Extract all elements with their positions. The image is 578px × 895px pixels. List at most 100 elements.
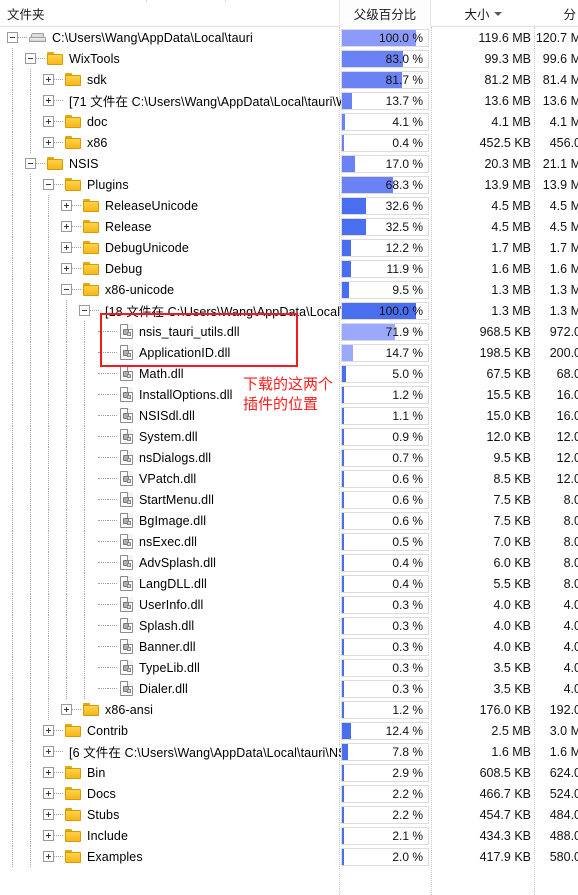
tree-row-name-cell[interactable]: nsExec.dll (97, 531, 197, 552)
tree-row-name-cell[interactable]: UserInfo.dll (97, 594, 203, 615)
tree-row[interactable]: Banner.dll 0.3 % 4.0 KB 4.0 (0, 636, 578, 657)
collapse-node-icon[interactable] (25, 53, 36, 64)
tree-row-name-cell[interactable]: StartMenu.dll (97, 489, 214, 510)
tree-row-name-cell[interactable]: NSISdl.dll (97, 405, 195, 426)
tree-row-name-cell[interactable]: [6 文件在 C:\Users\Wang\AppData\Local\tauri… (43, 741, 347, 762)
tree-row[interactable]: C:\Users\Wang\AppData\Local\tauri 100.0 %… (0, 27, 578, 48)
tree-row[interactable]: x86 0.4 % 452.5 KB 456.0 (0, 132, 578, 153)
tree-row-name-cell[interactable]: Examples (43, 846, 143, 867)
tree-row-name-cell[interactable]: System.dll (97, 426, 198, 447)
tree-row[interactable]: TypeLib.dll 0.3 % 3.5 KB 4.0 (0, 657, 578, 678)
expand-node-icon[interactable] (61, 263, 72, 274)
tree-row-name-cell[interactable]: LangDLL.dll (97, 573, 207, 594)
expand-node-icon[interactable] (43, 851, 54, 862)
collapse-node-icon[interactable] (7, 32, 18, 43)
column-header-size[interactable]: 大小 (431, 0, 535, 27)
expand-node-icon[interactable] (43, 788, 54, 799)
tree-row-name-cell[interactable]: DebugUnicode (61, 237, 189, 258)
expand-node-icon[interactable] (43, 809, 54, 820)
tree-row[interactable]: NSIS 17.0 % 20.3 MB 21.1 M (0, 153, 578, 174)
tree-row-name-cell[interactable]: C:\Users\Wang\AppData\Local\tauri (7, 27, 253, 48)
tree-row[interactable]: nsExec.dll 0.5 % 7.0 KB 8.0 (0, 531, 578, 552)
tree-row[interactable]: x86-ansi 1.2 % 176.0 KB 192.0 (0, 699, 578, 720)
tree-row[interactable]: [18 文件在 C:\Users\Wang\AppData\Local\ 100.… (0, 300, 578, 321)
tree-row-name-cell[interactable]: AdvSplash.dll (97, 552, 216, 573)
tree-row-name-cell[interactable]: Dialer.dll (97, 678, 188, 699)
tree-row-name-cell[interactable]: doc (43, 111, 107, 132)
tree-row-name-cell[interactable]: x86 (43, 132, 107, 153)
collapse-node-icon[interactable] (25, 158, 36, 169)
expand-node-icon[interactable] (43, 137, 54, 148)
tree-row[interactable]: LangDLL.dll 0.4 % 5.5 KB 8.0 (0, 573, 578, 594)
expand-node-icon[interactable] (43, 725, 54, 736)
column-header-folder[interactable]: 文件夹 (7, 0, 45, 27)
tree-row-name-cell[interactable]: InstallOptions.dll (97, 384, 233, 405)
tree-row-name-cell[interactable]: nsis_tauri_utils.dll (97, 321, 240, 342)
tree-row-name-cell[interactable]: Bin (43, 762, 105, 783)
tree-row[interactable]: ReleaseUnicode 32.6 % 4.5 MB 4.5 M (0, 195, 578, 216)
tree-row-name-cell[interactable]: NSIS (25, 153, 99, 174)
tree-row-name-cell[interactable]: Plugins (43, 174, 129, 195)
tree-row[interactable]: Dialer.dll 0.3 % 3.5 KB 4.0 (0, 678, 578, 699)
tree-row-name-cell[interactable]: Debug (61, 258, 142, 279)
tree-row[interactable]: Bin 2.9 % 608.5 KB 624.0 (0, 762, 578, 783)
column-header-percent-of-parent[interactable]: 父级百分比 (339, 0, 431, 27)
tree-row[interactable]: ApplicationID.dll 14.7 % 198.5 KB 200.0 (0, 342, 578, 363)
tree-row[interactable]: StartMenu.dll 0.6 % 7.5 KB 8.0 (0, 489, 578, 510)
tree-row-name-cell[interactable]: TypeLib.dll (97, 657, 200, 678)
tree-row[interactable]: x86-unicode 9.5 % 1.3 MB 1.3 M (0, 279, 578, 300)
column-header-allocated[interactable]: 分 (535, 0, 578, 27)
tree-row[interactable]: AdvSplash.dll 0.4 % 6.0 KB 8.0 (0, 552, 578, 573)
tree-row[interactable]: UserInfo.dll 0.3 % 4.0 KB 4.0 (0, 594, 578, 615)
expand-node-icon[interactable] (43, 746, 54, 757)
tree-row[interactable]: nsis_tauri_utils.dll 71.9 % 968.5 KB 972.0 (0, 321, 578, 342)
expand-node-icon[interactable] (61, 242, 72, 253)
tree-row[interactable]: Release 32.5 % 4.5 MB 4.5 M (0, 216, 578, 237)
expand-node-icon[interactable] (61, 200, 72, 211)
tree-row-name-cell[interactable]: Docs (43, 783, 116, 804)
collapse-node-icon[interactable] (43, 179, 54, 190)
collapse-node-icon[interactable] (61, 284, 72, 295)
tree-row-name-cell[interactable]: ReleaseUnicode (61, 195, 198, 216)
tree-row[interactable]: VPatch.dll 0.6 % 8.5 KB 12.0 (0, 468, 578, 489)
tree-row[interactable]: doc 4.1 % 4.1 MB 4.1 M (0, 111, 578, 132)
expand-node-icon[interactable] (43, 95, 54, 106)
tree-row-name-cell[interactable]: Math.dll (97, 363, 184, 384)
expand-node-icon[interactable] (61, 221, 72, 232)
tree-row[interactable]: BgImage.dll 0.6 % 7.5 KB 8.0 (0, 510, 578, 531)
tree-row-name-cell[interactable]: x86-unicode (61, 279, 174, 300)
tree-row[interactable]: Debug 11.9 % 1.6 MB 1.6 M (0, 258, 578, 279)
tree-row-name-cell[interactable]: Stubs (43, 804, 119, 825)
tree-row[interactable]: [71 文件在 C:\Users\Wang\AppData\Local\taur… (0, 90, 578, 111)
tree-row-name-cell[interactable]: Contrib (43, 720, 128, 741)
collapse-node-icon[interactable] (79, 305, 90, 316)
tree-row[interactable]: Examples 2.0 % 417.9 KB 580.0 (0, 846, 578, 867)
tree-row-name-cell[interactable]: WixTools (25, 48, 120, 69)
tree-row[interactable]: nsDialogs.dll 0.7 % 9.5 KB 12.0 (0, 447, 578, 468)
tree-row-name-cell[interactable]: Banner.dll (97, 636, 196, 657)
tree-row-name-cell[interactable]: Splash.dll (97, 615, 194, 636)
tree-row[interactable]: Include 2.1 % 434.3 KB 488.0 (0, 825, 578, 846)
tree-row-name-cell[interactable]: ApplicationID.dll (97, 342, 230, 363)
tree-row[interactable]: Stubs 2.2 % 454.7 KB 484.0 (0, 804, 578, 825)
tree-row-name-cell[interactable]: Include (43, 825, 128, 846)
tree-row-name-cell[interactable]: VPatch.dll (97, 468, 196, 489)
tree-row-name-cell[interactable]: sdk (43, 69, 107, 90)
tree-row[interactable]: Docs 2.2 % 466.7 KB 524.0 (0, 783, 578, 804)
tree-row[interactable]: Contrib 12.4 % 2.5 MB 3.0 M (0, 720, 578, 741)
tree-row-name-cell[interactable]: x86-ansi (61, 699, 153, 720)
tree-row[interactable]: WixTools 83.0 % 99.3 MB 99.6 M (0, 48, 578, 69)
tree-row[interactable]: Splash.dll 0.3 % 4.0 KB 4.0 (0, 615, 578, 636)
expand-node-icon[interactable] (43, 116, 54, 127)
expand-node-icon[interactable] (43, 830, 54, 841)
tree-row[interactable]: [6 文件在 C:\Users\Wang\AppData\Local\tauri… (0, 741, 578, 762)
tree-row-name-cell[interactable]: Release (61, 216, 152, 237)
tree-row-name-cell[interactable]: [18 文件在 C:\Users\Wang\AppData\Local\ (79, 300, 344, 321)
tree-row[interactable]: Plugins 68.3 % 13.9 MB 13.9 M (0, 174, 578, 195)
tree-row-name-cell[interactable]: nsDialogs.dll (97, 447, 211, 468)
expand-node-icon[interactable] (43, 74, 54, 85)
tree-row[interactable]: System.dll 0.9 % 12.0 KB 12.0 (0, 426, 578, 447)
expand-node-icon[interactable] (43, 767, 54, 778)
tree-row[interactable]: sdk 81.7 % 81.2 MB 81.4 M (0, 69, 578, 90)
expand-node-icon[interactable] (61, 704, 72, 715)
